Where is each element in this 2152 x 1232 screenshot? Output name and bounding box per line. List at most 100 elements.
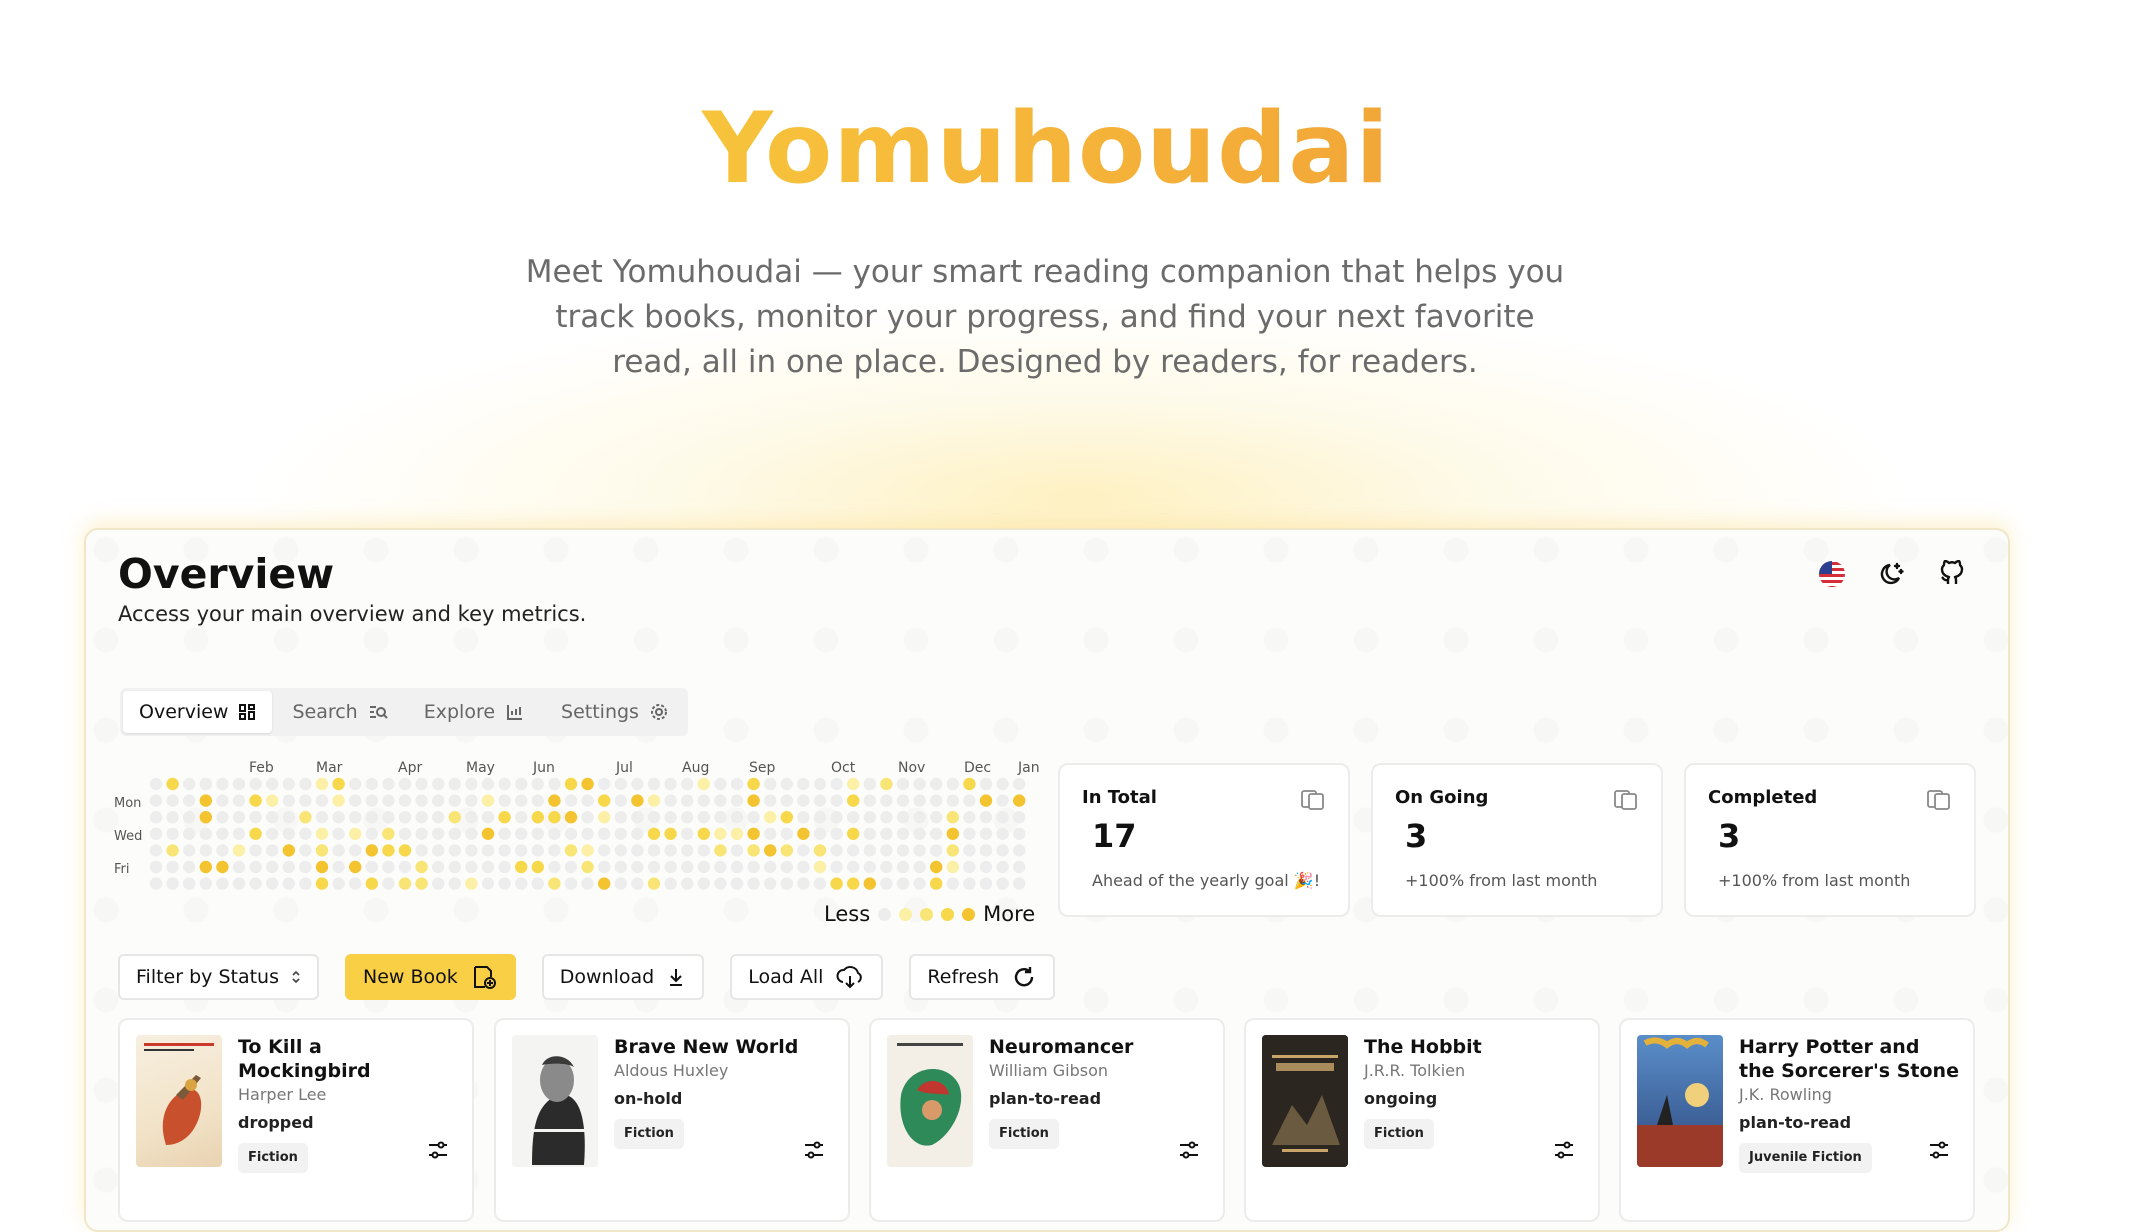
- new-book-button[interactable]: New Book: [344, 954, 516, 1000]
- book-card[interactable]: The Hobbit J.R.R. Tolkien ongoing Fictio…: [1244, 1018, 1600, 1222]
- book-card[interactable]: To Kill a Mockingbird Harper Lee dropped…: [118, 1018, 474, 1222]
- heatmap-cell: [365, 877, 378, 890]
- heatmap-cell: [398, 844, 412, 857]
- heatmap-cell: [797, 777, 810, 791]
- heatmap-cell: [548, 860, 561, 874]
- heatmap-cell: [614, 811, 627, 824]
- heatmap-cell: [432, 811, 445, 824]
- heatmap-cell: [398, 811, 412, 824]
- heatmap-cell: [199, 844, 212, 857]
- stat-note: +100% from last month: [1405, 871, 1598, 890]
- genre-chip: Fiction: [1364, 1119, 1434, 1149]
- heatmap-cell: [979, 777, 993, 791]
- heatmap-cell: [349, 777, 362, 791]
- heatmap-cell: [747, 860, 760, 874]
- stat-card-total: In Total 17 Ahead of the yearly goal 🎉!: [1058, 763, 1350, 917]
- heatmap-cell: [697, 877, 710, 890]
- heatmap-cell: [531, 860, 544, 874]
- heatmap-cell: [564, 827, 578, 840]
- heatmap-cell: [465, 860, 478, 874]
- heatmap-cell: [216, 811, 229, 824]
- heatmap-cell: [166, 777, 179, 791]
- heatmap-cell: [216, 877, 229, 890]
- heatmap-cell: [780, 877, 793, 890]
- tab-label: Explore: [423, 701, 496, 723]
- tab-search[interactable]: Search: [276, 691, 403, 733]
- heatmap-cell: [581, 777, 594, 791]
- heatmap-cell: [299, 860, 312, 874]
- heatmap-cell: [365, 860, 378, 874]
- heatmap-cell: [382, 794, 395, 807]
- heatmap-cell: [448, 877, 461, 890]
- heatmap-cell: [149, 860, 163, 874]
- heatmap-cell: [548, 777, 561, 791]
- heatmap-cell: [166, 827, 179, 840]
- us-flag-icon[interactable]: [1816, 558, 1848, 590]
- heatmap-cell: [830, 777, 843, 791]
- heatmap-cell: [149, 844, 163, 857]
- heatmap-cell: [963, 877, 976, 890]
- genre-chip: Fiction: [614, 1119, 684, 1149]
- heatmap-cell: [315, 811, 329, 824]
- heatmap-cell: [581, 877, 594, 890]
- heatmap-cell: [199, 811, 212, 824]
- heatmap-cell: [266, 811, 279, 824]
- book-cover: [887, 1035, 973, 1167]
- book-card[interactable]: Harry Potter and the Sorcerer's Stone J.…: [1619, 1018, 1975, 1222]
- heatmap-cell: [581, 844, 594, 857]
- heatmap-cell: [714, 811, 727, 824]
- heatmap-cell: [764, 777, 777, 791]
- heatmap-cell: [531, 777, 544, 791]
- tab-explore[interactable]: Explore: [408, 691, 541, 733]
- filter-by-status-select[interactable]: Filter by Status: [118, 954, 319, 1000]
- sliders-icon[interactable]: [426, 1138, 450, 1162]
- heatmap-cell: [747, 777, 760, 791]
- heatmap-cell: [996, 844, 1009, 857]
- sliders-icon[interactable]: [1552, 1138, 1576, 1162]
- heatmap-cell: [714, 860, 727, 874]
- book-author: J.R.R. Tolkien: [1364, 1061, 1466, 1080]
- heatmap-cell: [664, 844, 677, 857]
- heatmap-cell: [249, 877, 262, 890]
- heatmap-cell: [614, 794, 627, 807]
- moon-icon[interactable]: [1876, 558, 1908, 590]
- heatmap-cell: [730, 844, 744, 857]
- heatmap-cell: [299, 877, 312, 890]
- book-card[interactable]: Neuromancer William Gibson plan-to-read …: [869, 1018, 1225, 1222]
- heatmap-cell: [598, 777, 611, 791]
- heatmap-cell: [730, 777, 744, 791]
- heatmap-cell: [946, 844, 959, 857]
- genre-chip: Fiction: [989, 1119, 1059, 1149]
- heatmap-cell: [681, 777, 694, 791]
- download-button[interactable]: Download: [541, 954, 705, 1000]
- heatmap-cell: [515, 811, 528, 824]
- github-icon[interactable]: [1936, 558, 1968, 590]
- heatmap-cell: [166, 860, 179, 874]
- heatmap-cell: [730, 811, 744, 824]
- sliders-icon[interactable]: [802, 1138, 826, 1162]
- heatmap-cell: [216, 827, 229, 840]
- heatmap-cell: [946, 827, 959, 840]
- sliders-icon[interactable]: [1927, 1138, 1951, 1162]
- new-book-label: New Book: [362, 966, 458, 988]
- heatmap-cell: [448, 827, 461, 840]
- load-all-button[interactable]: Load All: [730, 954, 884, 1000]
- heatmap-cell: [481, 777, 495, 791]
- heatmap-cell: [664, 777, 677, 791]
- book-status: dropped: [238, 1113, 314, 1132]
- heatmap-cell: [199, 860, 212, 874]
- tab-settings[interactable]: Settings: [545, 691, 685, 733]
- heatmap-cell: [465, 844, 478, 857]
- sliders-icon[interactable]: [1177, 1138, 1201, 1162]
- refresh-button[interactable]: Refresh: [909, 954, 1056, 1000]
- heatmap-cell: [432, 777, 445, 791]
- heatmap-cell: [996, 777, 1009, 791]
- heatmap-cell: [647, 844, 661, 857]
- heatmap-cell: [183, 827, 196, 840]
- heatmap-cell: [349, 794, 362, 807]
- book-card[interactable]: Brave New World Aldous Huxley on-hold Fi…: [494, 1018, 850, 1222]
- heatmap-cell: [681, 794, 694, 807]
- tab-overview[interactable]: Overview: [123, 691, 273, 733]
- legend-swatch: [878, 907, 892, 921]
- heatmap-cell: [797, 860, 810, 874]
